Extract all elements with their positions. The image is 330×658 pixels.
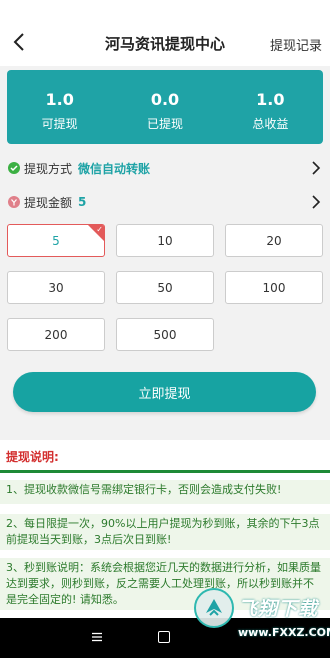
notice-divider xyxy=(0,470,330,473)
amount-option[interactable]: 10 xyxy=(116,224,214,257)
withdraw-method-row[interactable]: 提现方式 微信自动转账 xyxy=(8,156,322,180)
stat-withdrawn-label: 已提现 xyxy=(146,117,183,131)
stat-total-label: 总收益 xyxy=(252,117,289,131)
watermark-text: 飞翔下载 xyxy=(238,598,319,620)
check-icon: ✓ xyxy=(96,225,103,234)
withdraw-amount-row[interactable]: 提现金额 5 xyxy=(8,190,322,214)
notice-item: 1、提现收款微信号需绑定银行卡，否则会造成支付失败! xyxy=(0,480,330,504)
chevron-right-icon xyxy=(312,161,321,175)
amount-option-label: 500 xyxy=(153,327,177,342)
stat-available-value: 1.0 xyxy=(45,90,74,109)
amount-option-label: 20 xyxy=(266,233,282,248)
money-icon xyxy=(8,196,20,208)
chevron-right-icon xyxy=(312,195,321,209)
stat-total: 1.0 总收益 xyxy=(218,70,323,144)
amount-option[interactable]: 500 xyxy=(116,318,214,351)
amount-option-label: 100 xyxy=(262,280,286,295)
stat-available: 1.0 可提现 xyxy=(7,70,112,144)
withdraw-amount-label: 提现金额 xyxy=(24,195,73,210)
header-bar: 河马资讯提现中心 提现记录 xyxy=(0,0,330,66)
amount-option-label: 50 xyxy=(157,280,173,295)
amount-option[interactable]: 20 xyxy=(225,224,323,257)
home-icon[interactable] xyxy=(158,631,170,643)
wechat-check-icon xyxy=(8,162,20,174)
stat-withdrawn-value: 0.0 xyxy=(150,90,180,109)
withdraw-now-button[interactable]: 立即提现 xyxy=(13,372,316,412)
menu-icon[interactable] xyxy=(92,632,102,642)
stat-total-value: 1.0 xyxy=(256,90,285,109)
watermark-logo-icon xyxy=(194,588,234,628)
notice-title: 提现说明: xyxy=(6,450,59,464)
amount-option-label: 5 xyxy=(52,233,60,248)
amount-option-label: 200 xyxy=(44,327,68,342)
notice-item: 2、每日限提一次，90%以上用户提现为秒到账，其余的下午3点前提现当天到账，3点… xyxy=(0,514,330,550)
withdraw-amount-value: 5 xyxy=(78,195,87,209)
withdraw-records-link[interactable]: 提现记录 xyxy=(270,35,322,54)
amount-option[interactable]: 200 xyxy=(7,318,105,351)
amount-options-grid: 5 ✓ 10 20 30 50 100 200 500 xyxy=(7,224,323,351)
amount-option[interactable]: 100 xyxy=(225,271,323,304)
stat-withdrawn: 0.0 已提现 xyxy=(112,70,217,144)
amount-option-label: 30 xyxy=(48,280,64,295)
amount-option-selected[interactable]: 5 ✓ xyxy=(7,224,105,257)
amount-option[interactable]: 50 xyxy=(116,271,214,304)
withdraw-method-label: 提现方式 xyxy=(24,161,73,176)
balance-summary-card: 1.0 可提现 0.0 已提现 1.0 总收益 xyxy=(7,70,323,144)
amount-option[interactable]: 30 xyxy=(7,271,105,304)
watermark-url: www.FXXZ.COM xyxy=(238,626,330,639)
watermark: 飞翔下载 www.FXXZ.COM xyxy=(190,586,330,658)
stat-available-label: 可提现 xyxy=(41,117,78,131)
withdraw-method-value: 微信自动转账 xyxy=(78,161,151,176)
amount-option-label: 10 xyxy=(157,233,173,248)
